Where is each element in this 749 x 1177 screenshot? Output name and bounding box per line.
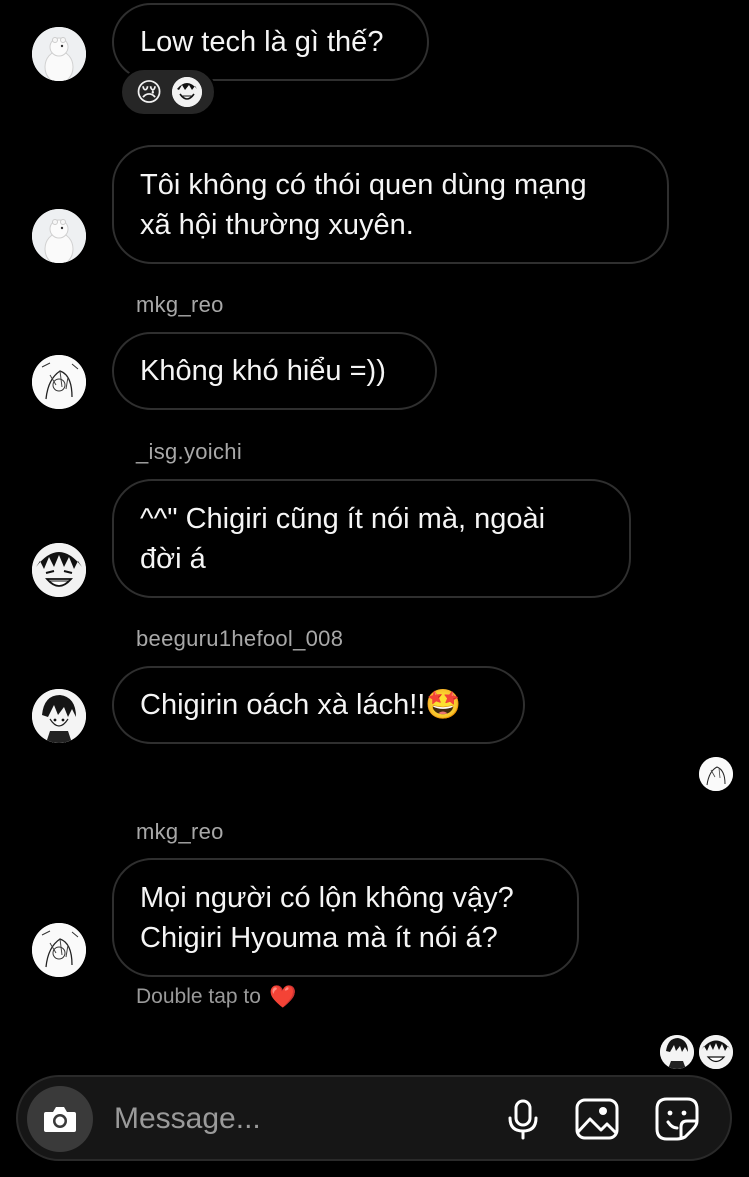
message-text: Mọi người có lộn không vậy? Chigiri Hyou… xyxy=(140,881,514,954)
message-bubble[interactable]: Không khó hiểu =)) xyxy=(112,332,437,410)
seen-indicator-avatar xyxy=(699,757,733,791)
camera-icon xyxy=(44,1107,76,1132)
sender-username[interactable]: mkg_reo xyxy=(136,292,224,318)
gallery-icon xyxy=(575,1098,619,1140)
camera-button[interactable] xyxy=(27,1086,93,1152)
reactions-pill[interactable]: 😢 xyxy=(120,68,216,116)
message-text: Tôi không có thói quen dùng mạng xã hội … xyxy=(140,168,587,241)
message-composer: Message... xyxy=(16,1075,732,1161)
message-bubble[interactable]: ^^" Chigiri cũng ít nói mà, ngoài đời á xyxy=(112,479,631,598)
heart-icon: ❤️ xyxy=(268,984,297,1009)
sender-username[interactable]: _isg.yoichi xyxy=(136,439,242,465)
message-text: Không khó hiểu =)) xyxy=(140,355,386,387)
microphone-icon xyxy=(508,1099,538,1140)
gallery-button[interactable] xyxy=(574,1096,620,1142)
message-text: Low tech là gì thế? xyxy=(140,26,384,58)
sketch-avatar[interactable] xyxy=(32,923,86,977)
crying-emoji-icon: 😢 xyxy=(135,77,163,107)
seen-indicator-avatar xyxy=(699,1035,733,1069)
manga-face-avatar[interactable] xyxy=(32,543,86,597)
message-bubble[interactable]: Tôi không có thói quen dùng mạng xã hội … xyxy=(112,145,669,264)
reactor-avatar xyxy=(172,77,202,107)
dark-hair-avatar[interactable] xyxy=(32,689,86,743)
sender-username[interactable]: mkg_reo xyxy=(136,819,224,845)
sticker-icon xyxy=(655,1097,699,1141)
message-bubble[interactable]: Mọi người có lộn không vậy? Chigiri Hyou… xyxy=(112,858,579,977)
double-tap-hint[interactable]: Double tap to ❤️ xyxy=(136,984,296,1010)
message-bubble[interactable]: Chigirin oách xà lách!!🤩 xyxy=(112,666,525,744)
seen-indicator-avatar xyxy=(660,1035,694,1069)
polar-bear-avatar[interactable] xyxy=(32,209,86,263)
double-tap-label: Double tap to xyxy=(136,985,261,1008)
chat-screen: Low tech là gì thế? 😢 Tôi không có thói … xyxy=(0,0,749,1177)
polar-bear-avatar[interactable] xyxy=(32,27,86,81)
microphone-button[interactable] xyxy=(500,1096,546,1142)
sender-username[interactable]: beeguru1hefool_008 xyxy=(136,626,343,652)
sketch-avatar[interactable] xyxy=(32,355,86,409)
message-input[interactable]: Message... xyxy=(114,1101,261,1137)
message-text: ^^" Chigiri cũng ít nói mà, ngoài đời á xyxy=(140,502,546,575)
sticker-button[interactable] xyxy=(654,1096,700,1142)
message-text: Chigirin oách xà lách!!🤩 xyxy=(140,689,462,721)
